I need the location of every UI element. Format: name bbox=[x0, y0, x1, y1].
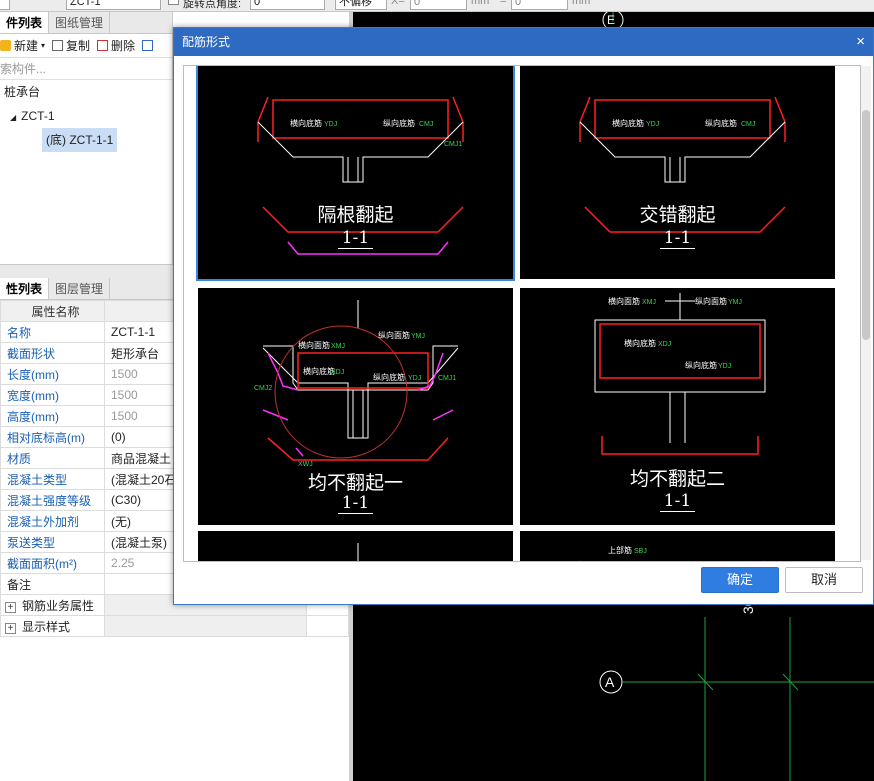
delete-button[interactable]: 删除 bbox=[97, 37, 135, 54]
gallery-scrollbar[interactable] bbox=[861, 66, 871, 560]
section-drawing: 横向面筋 纵向面筋 XMJ YMJ bbox=[357, 543, 359, 561]
offset-select[interactable]: 不偏移 bbox=[335, 0, 387, 10]
svg-text:XDJ: XDJ bbox=[658, 341, 671, 348]
tree-node-group[interactable]: ◢ ZCT-1 bbox=[0, 104, 172, 128]
copy-icon bbox=[52, 40, 64, 51]
svg-text:YDJ: YDJ bbox=[324, 121, 337, 128]
tab-layer-management[interactable]: 图层管理 bbox=[49, 278, 111, 299]
component-list-pane: 件列表 图纸管理 新建 ▾ 复制 删除 索构件... 桩承台 ◢ ZCT-1 (… bbox=[0, 12, 173, 264]
svg-text:纵向底筋: 纵向底筋 bbox=[685, 360, 717, 370]
svg-text:纵向面筋: 纵向面筋 bbox=[695, 296, 727, 306]
option-5[interactable]: 横向面筋 纵向面筋 XMJ YMJ bbox=[198, 531, 513, 561]
svg-text:YMJ: YMJ bbox=[728, 299, 742, 306]
svg-text:SBJ: SBJ bbox=[634, 548, 647, 555]
option-staggered-bent[interactable]: 横向底筋 纵向底筋 YDJ CMJ 交错翻起 1-1 bbox=[520, 66, 835, 279]
section-label: 1-1 bbox=[659, 228, 696, 249]
rotate-input[interactable]: 0 bbox=[250, 0, 325, 10]
scrollbar-thumb[interactable] bbox=[862, 110, 870, 340]
copy-button[interactable]: 复制 bbox=[52, 37, 90, 54]
axis-label-top: E bbox=[607, 13, 615, 27]
rotate-checkbox[interactable] bbox=[168, 0, 179, 5]
cancel-button[interactable]: 取消 bbox=[785, 567, 863, 593]
svg-text:XMJ: XMJ bbox=[642, 299, 656, 306]
svg-text:横向底筋: 横向底筋 bbox=[612, 118, 644, 128]
toolbar: ZCT-1 旋转点角度: 0 不偏移 X= 0 mm = 0 mm bbox=[0, 0, 874, 12]
chevron-down-icon: ▾ bbox=[41, 41, 46, 50]
svg-text:CMJ1: CMJ1 bbox=[438, 375, 456, 382]
section-label: 1-1 bbox=[337, 493, 374, 514]
option-not-bent-one[interactable]: 横向面筋 横向底筋 纵向面筋 纵向底筋 XMJ YMJ XDJ YDJ CMJ2… bbox=[198, 288, 513, 525]
section-drawing: 上部筋 SBJ bbox=[580, 545, 765, 561]
search-input[interactable]: 索构件... bbox=[0, 58, 172, 80]
svg-text:纵向底筋: 纵向底筋 bbox=[705, 118, 737, 128]
mm-label-2: mm bbox=[572, 0, 591, 7]
layers-icon[interactable] bbox=[142, 40, 154, 51]
group-row[interactable]: + 显示样式 bbox=[0, 615, 349, 637]
mm-label: mm bbox=[471, 0, 490, 7]
svg-text:CMJ1: CMJ1 bbox=[444, 141, 462, 148]
y-input[interactable]: 0 bbox=[511, 0, 568, 10]
section-label: 1-1 bbox=[659, 491, 696, 512]
dialog-title: 配筋形式 bbox=[182, 35, 231, 49]
x-input[interactable]: 0 bbox=[410, 0, 467, 10]
tree-node-selected[interactable]: (底) ZCT-1-1 bbox=[42, 128, 118, 152]
svg-text:横向底筋: 横向底筋 bbox=[624, 338, 656, 348]
option-6[interactable]: 上部筋 SBJ bbox=[520, 531, 835, 561]
component-select[interactable]: ZCT-1 bbox=[66, 0, 161, 10]
option-alternate-bent[interactable]: 横向底筋 纵向底筋 YDJ CMJ CMJ1 隔根翻起 1-1 bbox=[196, 66, 515, 281]
svg-text:YDJ: YDJ bbox=[408, 375, 421, 382]
expand-icon[interactable]: ◢ bbox=[10, 113, 16, 122]
svg-text:CMJ2: CMJ2 bbox=[254, 385, 272, 392]
property-header: 属性名称 bbox=[0, 300, 105, 322]
svg-text:横向面筋: 横向面筋 bbox=[608, 296, 640, 306]
expand-plus-icon[interactable]: + bbox=[5, 601, 16, 613]
option-label: 隔根翻起 bbox=[317, 204, 394, 226]
svg-text:横向底筋: 横向底筋 bbox=[290, 118, 322, 128]
svg-text:XDJ: XDJ bbox=[331, 369, 344, 376]
tab-property-list[interactable]: 性列表 bbox=[0, 278, 50, 299]
option-label: 均不翻起一 bbox=[307, 472, 403, 494]
new-button[interactable]: 新建 ▾ bbox=[0, 37, 45, 54]
component-toolbar: 新建 ▾ 复制 删除 bbox=[0, 34, 172, 58]
svg-text:YDJ: YDJ bbox=[718, 363, 731, 370]
new-icon bbox=[0, 40, 11, 51]
tab-component-list[interactable]: 件列表 bbox=[0, 12, 50, 33]
tree-node-root[interactable]: 桩承台 bbox=[0, 80, 172, 104]
svg-text:CMJ: CMJ bbox=[419, 121, 433, 128]
option-label: 均不翻起二 bbox=[629, 468, 725, 490]
dialog-title-bar: 配筋形式 × bbox=[174, 28, 873, 56]
rebar-options-gallery: 横向底筋 纵向底筋 YDJ CMJ CMJ1 隔根翻起 1-1 横向底筋 纵向底… bbox=[183, 65, 861, 562]
rebar-form-dialog: 配筋形式 × 横向底筋 纵向底筋 YDJ CMJ CMJ1 隔根翻起 1-1 横… bbox=[173, 27, 874, 605]
svg-text:纵向底筋: 纵向底筋 bbox=[383, 118, 415, 128]
pane-splitter[interactable] bbox=[0, 264, 173, 278]
expand-plus-icon[interactable]: + bbox=[5, 622, 16, 634]
svg-text:XWJ: XWJ bbox=[298, 461, 313, 468]
x-label: X= bbox=[391, 0, 405, 7]
section-label: 1-1 bbox=[337, 228, 374, 249]
component-tree: 桩承台 ◢ ZCT-1 (底) ZCT-1-1 bbox=[0, 80, 172, 152]
svg-text:CMJ: CMJ bbox=[741, 121, 755, 128]
option-label: 交错翻起 bbox=[639, 204, 716, 226]
svg-text:XMJ: XMJ bbox=[331, 343, 345, 350]
y-label: = bbox=[500, 0, 507, 7]
svg-text:YMJ: YMJ bbox=[411, 333, 425, 340]
option-not-bent-two[interactable]: 横向面筋 横向底筋 纵向面筋 纵向底筋 XMJ YMJ XDJ YDJ 均不翻起… bbox=[520, 288, 835, 525]
delete-icon bbox=[97, 40, 109, 51]
svg-text:纵向底筋: 纵向底筋 bbox=[373, 372, 405, 382]
svg-text:横向面筋: 横向面筋 bbox=[298, 340, 330, 350]
svg-text:YDJ: YDJ bbox=[646, 121, 659, 128]
close-icon[interactable]: × bbox=[856, 28, 865, 56]
svg-text:纵向面筋: 纵向面筋 bbox=[378, 330, 410, 340]
toolbar-field[interactable] bbox=[0, 0, 10, 10]
rotate-label: 旋转点角度: bbox=[183, 0, 242, 10]
tab-drawing-management[interactable]: 图纸管理 bbox=[49, 12, 111, 33]
axis-label-bottom: A bbox=[605, 674, 615, 690]
svg-text:上部筋: 上部筋 bbox=[608, 545, 632, 555]
ok-button[interactable]: 确定 bbox=[701, 567, 779, 593]
